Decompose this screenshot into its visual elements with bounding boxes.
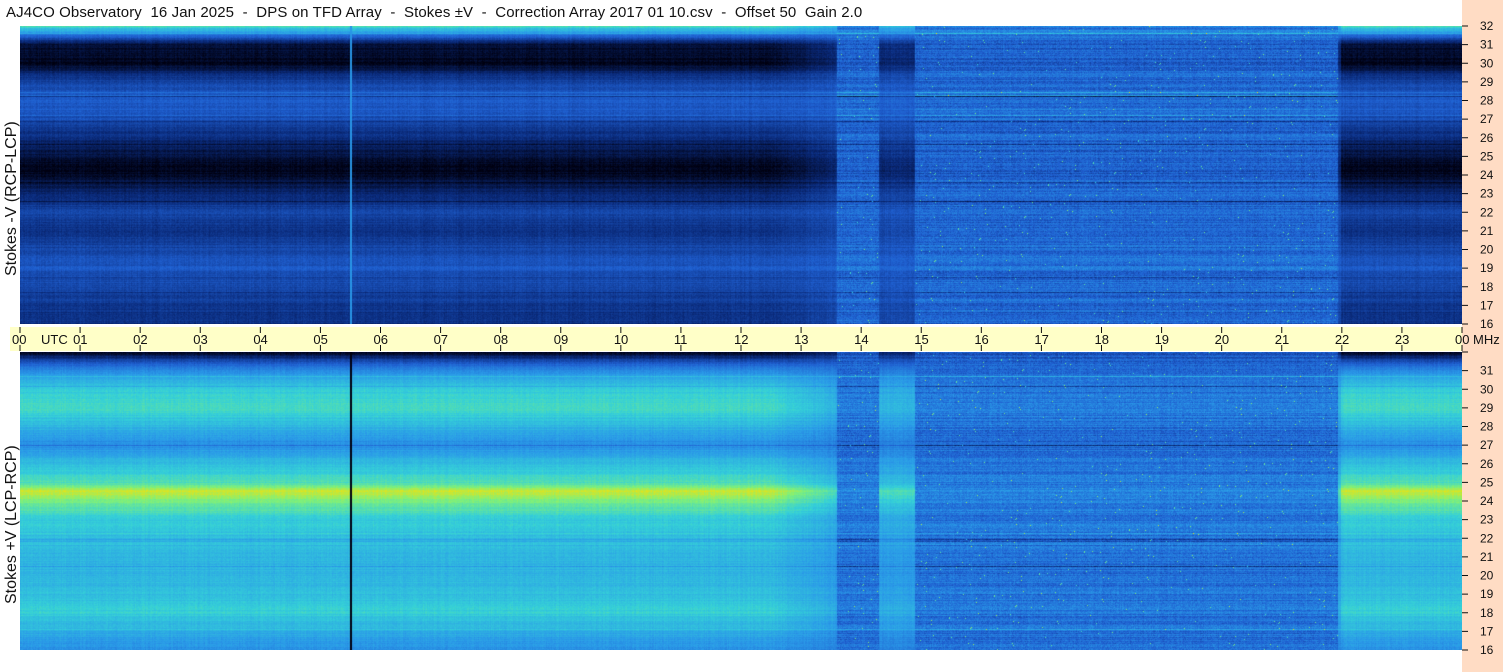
frequency-tick-label: 31 bbox=[1480, 38, 1494, 52]
frequency-tick-label: 17 bbox=[1480, 624, 1494, 638]
frequency-tick-label: 31 bbox=[1480, 364, 1494, 378]
frequency-tick-label: 32 bbox=[1480, 19, 1494, 33]
utc-tick-label: 10 bbox=[614, 332, 628, 347]
frequency-tick-label: 20 bbox=[1480, 569, 1494, 583]
frequency-tick-label: 30 bbox=[1480, 382, 1494, 396]
utc-tick-label: 14 bbox=[854, 332, 868, 347]
utc-tick-label: 17 bbox=[1034, 332, 1048, 347]
frequency-tick-label: 30 bbox=[1480, 56, 1494, 70]
utc-tick-label: 01 bbox=[73, 332, 87, 347]
frequency-tick-label: 16 bbox=[1480, 643, 1494, 657]
mhz-unit-label: MHz bbox=[1473, 332, 1500, 347]
utc-tick-label: 09 bbox=[554, 332, 568, 347]
utc-label: UTC bbox=[41, 332, 68, 347]
utc-tick-label: 15 bbox=[914, 332, 928, 347]
spectrogram-figure: AJ4CO Observatory 16 Jan 2025 - DPS on T… bbox=[0, 0, 1503, 672]
frequency-tick-label: 24 bbox=[1480, 168, 1494, 182]
utc-tick-label: 05 bbox=[313, 332, 327, 347]
frequency-tick-label: 17 bbox=[1480, 298, 1494, 312]
utc-tick-label: 08 bbox=[494, 332, 508, 347]
utc-tick-label: 21 bbox=[1275, 332, 1289, 347]
frequency-tick-label: 19 bbox=[1480, 261, 1494, 275]
utc-tick-label: 06 bbox=[374, 332, 388, 347]
frequency-tick-label: 21 bbox=[1480, 224, 1494, 238]
frequency-tick-label: 16 bbox=[1480, 317, 1494, 331]
utc-tick-label: 04 bbox=[253, 332, 267, 347]
utc-tick-label: 18 bbox=[1095, 332, 1109, 347]
utc-tick-label: 16 bbox=[974, 332, 988, 347]
utc-tick-label: 00 bbox=[12, 332, 26, 347]
frequency-tick-label: 26 bbox=[1480, 457, 1494, 471]
utc-tick-label: 00 bbox=[1455, 332, 1469, 347]
frequency-tick-label: 26 bbox=[1480, 131, 1494, 145]
frequency-tick-label: 27 bbox=[1480, 112, 1494, 126]
frequency-tick-label: 19 bbox=[1480, 587, 1494, 601]
frequency-tick-label: 27 bbox=[1480, 438, 1494, 452]
frequency-tick-label: 23 bbox=[1480, 187, 1494, 201]
frequency-tick-label: 28 bbox=[1480, 94, 1494, 108]
frequency-tick-label: 29 bbox=[1480, 401, 1494, 415]
frequency-tick-label: 22 bbox=[1480, 531, 1494, 545]
axis-ticks-overlay: 00 01 02 03 04 05 06 07 08 09 10 11 12 13 14 15 16 17 18 19… bbox=[12, 19, 1500, 657]
frequency-tick-label: 29 bbox=[1480, 75, 1494, 89]
frequency-tick-label: 21 bbox=[1480, 550, 1494, 564]
utc-tick-label: 07 bbox=[434, 332, 448, 347]
frequency-tick-label: 20 bbox=[1480, 243, 1494, 257]
frequency-tick-label: 22 bbox=[1480, 205, 1494, 219]
frequency-tick-label: 25 bbox=[1480, 475, 1494, 489]
frequency-tick-label: 28 bbox=[1480, 420, 1494, 434]
frequency-tick-label: 25 bbox=[1480, 149, 1494, 163]
utc-tick-label: 22 bbox=[1335, 332, 1349, 347]
utc-tick-label: 12 bbox=[734, 332, 748, 347]
frequency-tick-label: 24 bbox=[1480, 494, 1494, 508]
utc-tick-label: 03 bbox=[193, 332, 207, 347]
utc-tick-label: 02 bbox=[133, 332, 147, 347]
utc-tick-label: 20 bbox=[1215, 332, 1229, 347]
utc-tick-label: 13 bbox=[794, 332, 808, 347]
frequency-tick-label: 18 bbox=[1480, 280, 1494, 294]
utc-tick-label: 23 bbox=[1395, 332, 1409, 347]
utc-tick-label: 11 bbox=[674, 332, 688, 347]
frequency-tick-label: 23 bbox=[1480, 513, 1494, 527]
frequency-tick-label: 18 bbox=[1480, 606, 1494, 620]
utc-tick-label: 19 bbox=[1155, 332, 1169, 347]
